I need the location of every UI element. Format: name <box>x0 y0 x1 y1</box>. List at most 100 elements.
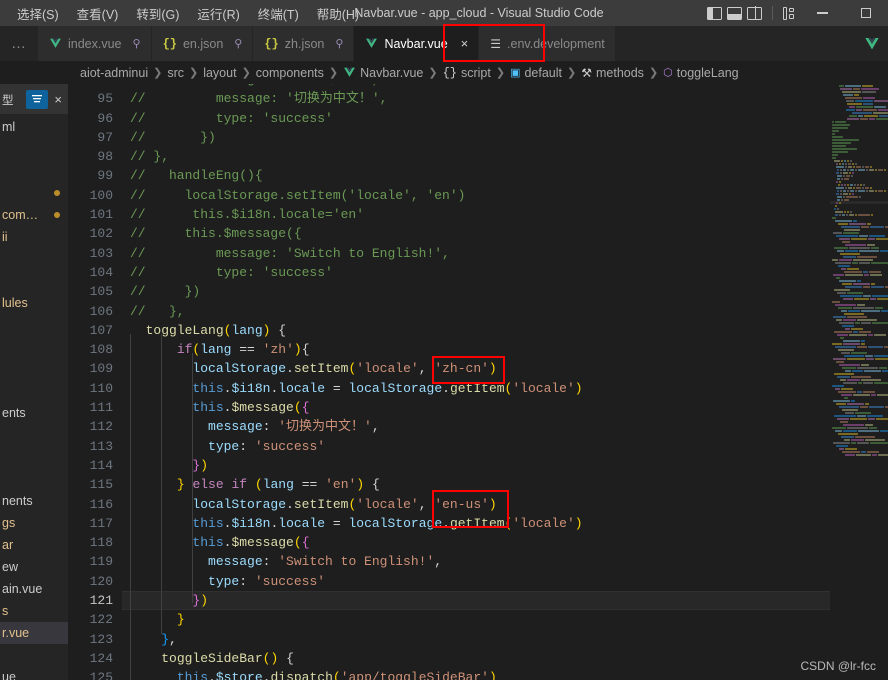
vue-logo-icon <box>864 37 880 51</box>
code-line[interactable]: // }) <box>122 128 830 147</box>
tree-row[interactable]: ar <box>0 534 68 556</box>
tree-row[interactable]: ew <box>0 556 68 578</box>
menu-item-1[interactable]: 查看(V) <box>68 1 128 26</box>
tab--env-development[interactable]: ☰ .env.development <box>479 26 616 61</box>
code-line[interactable]: // handleEng(){ <box>122 166 830 185</box>
breadcrumb-item-navbar-vue[interactable]: Navbar.vue <box>343 66 423 80</box>
customize-layout-icon[interactable] <box>783 7 794 20</box>
code-line[interactable]: } <box>122 610 830 629</box>
code-line[interactable]: this.$store.dispatch('app/toggleSideBar'… <box>122 668 830 680</box>
tree-row[interactable]: s <box>0 600 68 622</box>
code-token: localStorage <box>349 516 443 531</box>
code-token: ) <box>489 497 497 512</box>
code-line[interactable]: }) <box>122 456 830 475</box>
pin-icon[interactable]: ⚲ <box>133 37 141 50</box>
close-icon[interactable]: × <box>52 92 62 107</box>
menu-item-0[interactable]: 选择(S) <box>8 1 68 26</box>
code-line[interactable]: localStorage.setItem('locale', 'zh-cn') <box>122 359 830 378</box>
tree-row[interactable]: com… <box>0 204 68 226</box>
code-token: $i18n <box>231 381 270 396</box>
breadcrumb-item-aiot-adminui[interactable]: aiot-adminui <box>80 66 148 80</box>
breadcrumb-item-default[interactable]: ▣ default <box>510 66 562 80</box>
breadcrumb-separator: ❯ <box>241 66 252 79</box>
code-line[interactable]: // }) <box>122 282 830 301</box>
code-editor[interactable]: 9495969798991001011021031041051061071081… <box>68 84 830 680</box>
line-number: 96 <box>68 109 122 128</box>
code-line[interactable]: }, <box>122 630 830 649</box>
breadcrumb-separator: ❯ <box>188 66 199 79</box>
tree-row[interactable]: ain.vue <box>0 578 68 600</box>
menu-item-2[interactable]: 转到(G) <box>127 1 188 26</box>
code-line[interactable]: this.$message({ <box>122 398 830 417</box>
tree-row[interactable]: gs <box>0 512 68 534</box>
code-content[interactable]: // message: '切换为中文！', // message: '切换为中文！… <box>122 84 830 680</box>
code-token: locale <box>278 516 325 531</box>
code-line[interactable]: // localStorage.setItem('locale', 'en') <box>122 186 830 205</box>
code-line[interactable]: // }, <box>122 147 830 166</box>
code-token: if <box>231 477 247 492</box>
pin-icon[interactable]: ⚲ <box>335 37 343 50</box>
tree-row-blank <box>0 270 68 292</box>
code-token: // this.$message({ <box>130 226 302 241</box>
code-token: toggleSideBar <box>161 651 262 666</box>
menu-item-5[interactable]: 帮助(H) <box>308 1 368 26</box>
maximize-button[interactable] <box>844 0 888 26</box>
code-token: 'en-us' <box>434 497 489 512</box>
code-line[interactable]: message: 'Switch to English!', <box>122 552 830 571</box>
code-line[interactable]: }) <box>122 591 830 610</box>
list-filter-icon[interactable] <box>26 90 48 109</box>
code-line[interactable]: toggleLang(lang) { <box>122 321 830 340</box>
tree-row[interactable]: lules <box>0 292 68 314</box>
breadcrumb-item-togglelang[interactable]: ⬡ toggleLang <box>663 66 738 80</box>
tree-row[interactable]: r.vue <box>0 622 68 644</box>
code-token: : <box>263 419 279 434</box>
tree-row[interactable]: ents <box>0 402 68 424</box>
toggle-panel-icon[interactable] <box>727 7 742 20</box>
menu-item-4[interactable]: 终端(T) <box>249 1 308 26</box>
minimap[interactable] <box>830 84 888 680</box>
tree-row[interactable]: ml <box>0 116 68 138</box>
pin-icon[interactable]: ⚲ <box>234 37 242 50</box>
breadcrumb-item-components[interactable]: components <box>256 66 324 80</box>
menu-item-3[interactable]: 运行(R) <box>188 1 248 26</box>
code-line[interactable]: // this.$message({ <box>122 224 830 243</box>
code-line[interactable]: type: 'success' <box>122 437 830 456</box>
tab-en-json[interactable]: {} en.json ⚲ <box>152 26 254 61</box>
tree-row[interactable]: nents <box>0 490 68 512</box>
breadcrumb-item-script[interactable]: {} script <box>443 66 491 80</box>
breadcrumb-item-methods[interactable]: ⚒ methods <box>581 66 644 80</box>
code-line[interactable]: this.$i18n.locale = localStorage.getItem… <box>122 514 830 533</box>
tree-row[interactable]: ue <box>0 666 68 680</box>
code-line[interactable]: type: 'success' <box>122 572 830 591</box>
code-line[interactable]: this.$message({ <box>122 533 830 552</box>
breadcrumb-item-layout[interactable]: layout <box>203 66 236 80</box>
toggle-secondary-sidebar-icon[interactable] <box>747 7 762 20</box>
code-token: 'success' <box>255 439 325 454</box>
code-line[interactable]: // type: 'success' <box>122 263 830 282</box>
code-line[interactable]: // type: 'success' <box>122 109 830 128</box>
code-token: : <box>263 554 279 569</box>
code-token: this <box>192 381 223 396</box>
tabs-overflow-button[interactable]: … <box>0 26 38 61</box>
tab-close-icon[interactable]: × <box>461 37 469 50</box>
minimize-button[interactable] <box>800 0 844 26</box>
breadcrumb-item-src[interactable]: src <box>167 66 184 80</box>
code-line[interactable]: } else if (lang == 'en') { <box>122 475 830 494</box>
tab-navbar-vue[interactable]: Navbar.vue × <box>354 26 479 61</box>
code-line[interactable]: toggleSideBar() { <box>122 649 830 668</box>
toggle-primary-sidebar-icon[interactable] <box>707 7 722 20</box>
tab-zh-json[interactable]: {} zh.json ⚲ <box>253 26 354 61</box>
code-line[interactable]: message: '切换为中文！', <box>122 417 830 436</box>
code-line[interactable]: this.$i18n.locale = localStorage.getItem… <box>122 379 830 398</box>
code-line[interactable]: // }, <box>122 302 830 321</box>
code-line[interactable]: if(lang == 'zh'){ <box>122 340 830 359</box>
tree-row-label: r.vue <box>2 626 29 640</box>
code-line[interactable]: // this.$i18n.locale='en' <box>122 205 830 224</box>
code-line[interactable]: localStorage.setItem('locale', 'en-us') <box>122 495 830 514</box>
code-token: 'locale' <box>512 516 574 531</box>
tree-row[interactable]: ii <box>0 226 68 248</box>
code-line[interactable]: // message: '切换为中文！', <box>122 89 830 108</box>
code-line[interactable]: // message: 'Switch to English!', <box>122 244 830 263</box>
tab-index-vue[interactable]: index.vue ⚲ <box>38 26 152 61</box>
line-number: 104 <box>68 263 122 282</box>
